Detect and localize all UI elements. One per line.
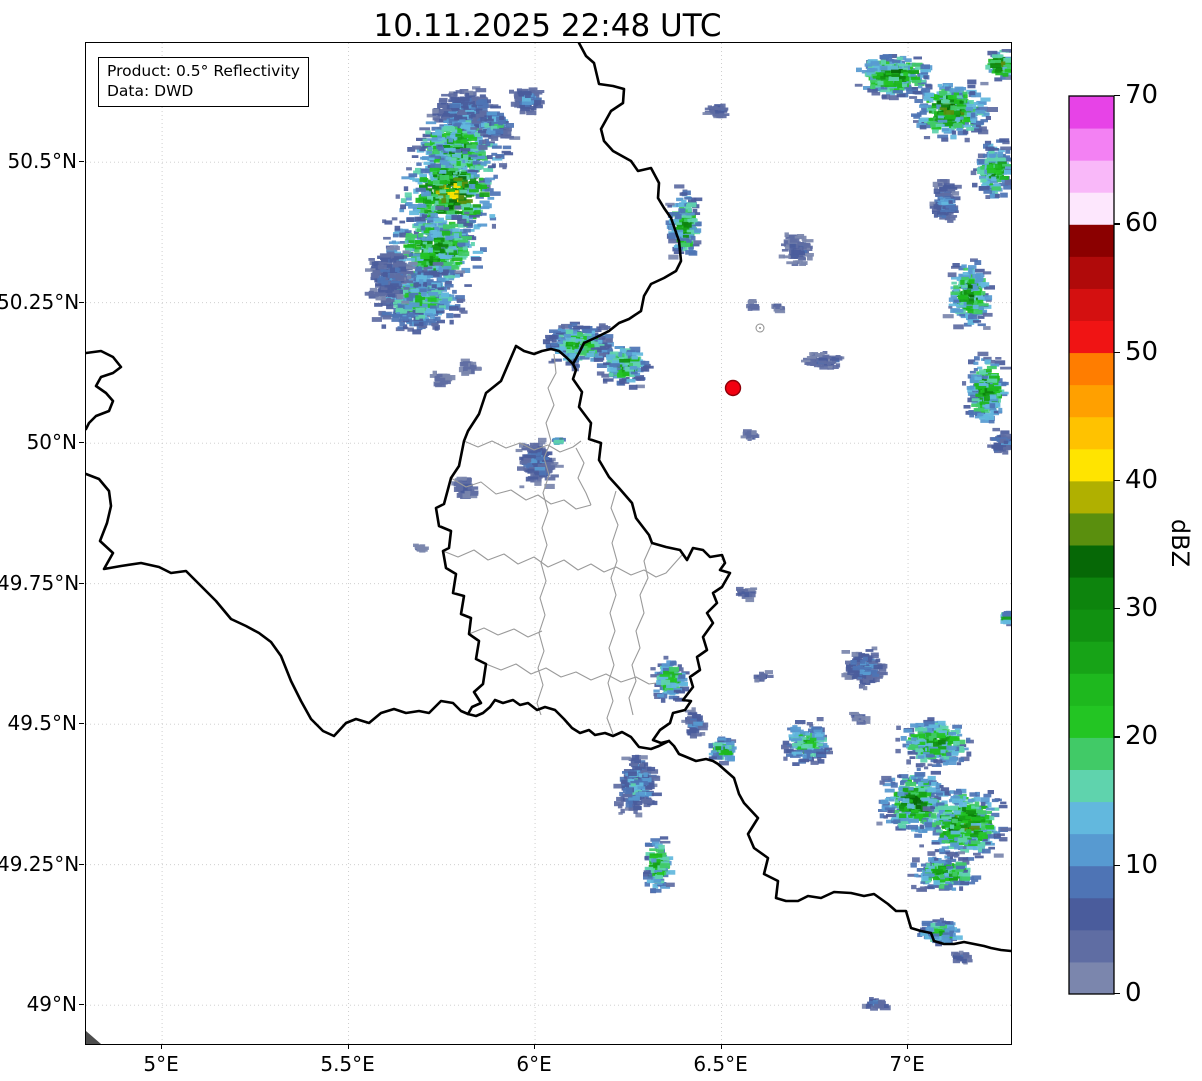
x-tick-mark [161, 1044, 162, 1049]
radar-map [86, 43, 1011, 1044]
map-plot-area: Product: 0.5° Reflectivity Data: DWD [85, 42, 1012, 1045]
colorbar-tick-mark [1114, 993, 1120, 994]
colorbar-tick-label: 0 [1125, 978, 1142, 1008]
y-tick-mark [79, 723, 84, 724]
y-tick-mark [79, 161, 84, 162]
radar-echoes [365, 49, 1011, 1011]
corner-wedge [86, 1031, 101, 1044]
colorbar-tick-label: 30 [1125, 593, 1158, 623]
colorbar-tick-label: 70 [1125, 80, 1158, 110]
y-tick-label: 50°N [0, 430, 77, 454]
colorbar-tick-mark [1114, 223, 1120, 224]
x-tick-label: 5°E [143, 1052, 178, 1076]
y-tick-mark [79, 1004, 84, 1005]
colorbar-tick-mark [1114, 865, 1120, 866]
y-tick-label: 49°N [0, 992, 77, 1016]
x-tick-label: 7°E [889, 1052, 924, 1076]
small-circle-marker-dot [759, 327, 761, 329]
y-tick-label: 50.5°N [0, 149, 77, 173]
colorbar-tick-mark [1114, 608, 1120, 609]
colorbar-tick-label: 60 [1125, 208, 1158, 238]
y-tick-label: 49.25°N [0, 852, 77, 876]
x-tick-mark [907, 1044, 908, 1049]
y-tick-mark [79, 864, 84, 865]
y-tick-label: 49.5°N [0, 711, 77, 735]
x-tick-mark [348, 1044, 349, 1049]
product-annotation-box: Product: 0.5° Reflectivity Data: DWD [98, 57, 309, 107]
y-tick-mark [79, 442, 84, 443]
plot-title: 10.11.2025 22:48 UTC [85, 8, 1010, 44]
product-annotation-line1: Product: 0.5° Reflectivity [107, 61, 300, 81]
x-tick-mark [534, 1044, 535, 1049]
national-borders [86, 43, 1011, 951]
y-tick-label: 49.75°N [0, 571, 77, 595]
colorbar-tick-mark [1114, 352, 1120, 353]
x-tick-label: 6.5°E [693, 1052, 747, 1076]
colorbar-tick-label: 50 [1125, 337, 1158, 367]
colorbar-tick-mark [1114, 736, 1120, 737]
colorbar-tick-mark [1114, 480, 1120, 481]
colorbar-tick-label: 20 [1125, 721, 1158, 751]
colorbar-tick-label: 40 [1125, 465, 1158, 495]
colorbar-tick-label: 10 [1125, 850, 1158, 880]
y-tick-mark [79, 583, 84, 584]
y-tick-label: 50.25°N [0, 290, 77, 314]
x-tick-mark [721, 1044, 722, 1049]
radar-site-marker [726, 381, 741, 396]
x-tick-label: 5.5°E [320, 1052, 374, 1076]
colorbar-scale [1068, 95, 1115, 995]
x-tick-label: 6°E [516, 1052, 551, 1076]
y-tick-mark [79, 302, 84, 303]
colorbar-tick-mark [1114, 95, 1120, 96]
product-annotation-line2: Data: DWD [107, 81, 300, 101]
radar-figure: 10.11.2025 22:48 UTC Product: 0.5° Refle… [0, 0, 1202, 1081]
colorbar-axis-label: dBZ [1166, 519, 1194, 567]
